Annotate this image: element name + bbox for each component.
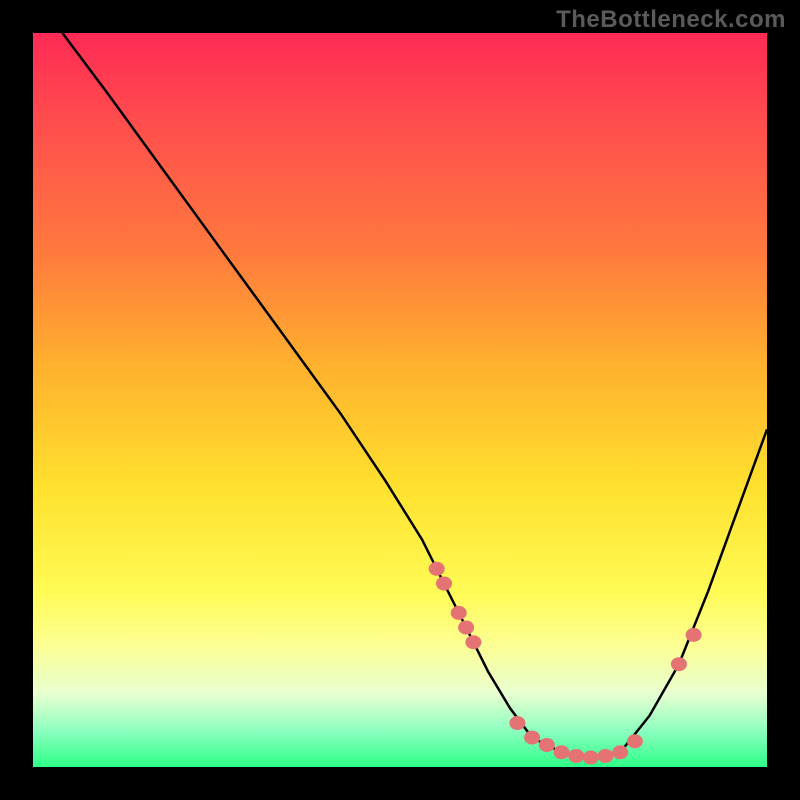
data-marker [598, 749, 614, 763]
data-marker [451, 606, 467, 620]
data-marker [686, 628, 702, 642]
data-marker [429, 562, 445, 576]
data-marker [539, 738, 555, 752]
watermark-text: TheBottleneck.com [556, 6, 786, 34]
bottleneck-curve [62, 33, 767, 760]
data-marker [524, 731, 540, 745]
data-marker [627, 734, 643, 748]
data-marker [465, 635, 481, 649]
data-marker [568, 749, 584, 763]
data-marker [612, 745, 628, 759]
data-marker [436, 577, 452, 591]
data-marker [509, 716, 525, 730]
chart-svg [33, 33, 767, 767]
data-marker [583, 751, 599, 765]
chart-plot-area [33, 33, 767, 767]
data-markers [429, 562, 702, 765]
data-marker [671, 657, 687, 671]
data-marker [554, 745, 570, 759]
data-marker [458, 621, 474, 635]
